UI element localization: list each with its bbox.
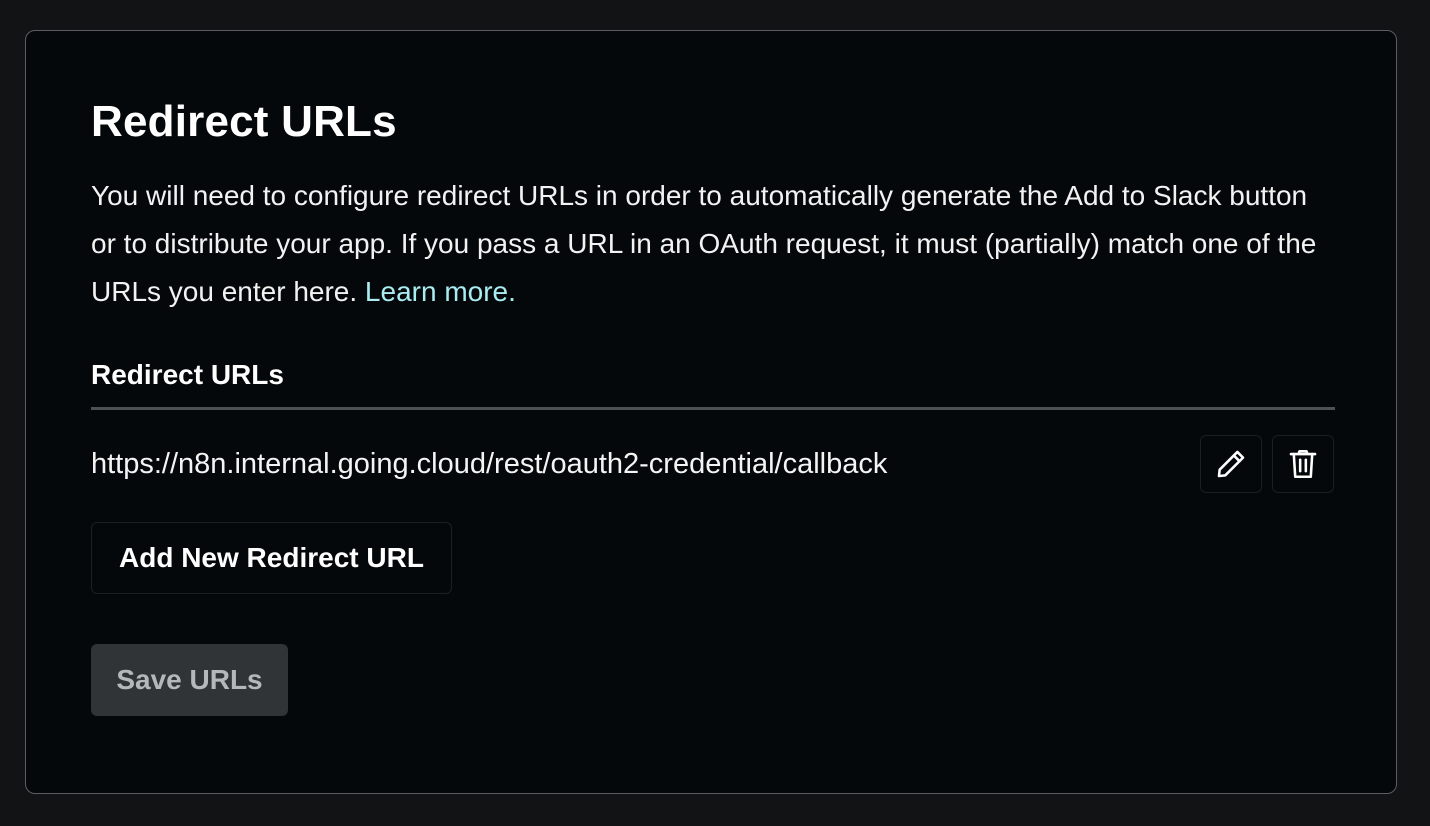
redirect-url-value: https://n8n.internal.going.cloud/rest/oa… xyxy=(91,448,888,480)
section-description: You will need to configure redirect URLs… xyxy=(91,172,1335,316)
section-title: Redirect URLs xyxy=(91,97,397,146)
redirect-urls-panel: Redirect URLs You will need to configure… xyxy=(25,30,1397,794)
list-divider xyxy=(91,407,1335,410)
pencil-icon xyxy=(1217,450,1245,478)
edit-url-button[interactable] xyxy=(1200,435,1262,493)
trash-icon xyxy=(1289,449,1317,479)
add-new-redirect-url-button[interactable]: Add New Redirect URL xyxy=(91,522,452,594)
delete-url-button[interactable] xyxy=(1272,435,1334,493)
redirect-urls-list-label: Redirect URLs xyxy=(91,359,284,390)
redirect-url-row: https://n8n.internal.going.cloud/rest/oa… xyxy=(91,435,1335,495)
save-urls-button[interactable]: Save URLs xyxy=(91,644,288,716)
description-text: You will need to configure redirect URLs… xyxy=(91,180,1317,307)
learn-more-link[interactable]: Learn more. xyxy=(365,276,516,307)
